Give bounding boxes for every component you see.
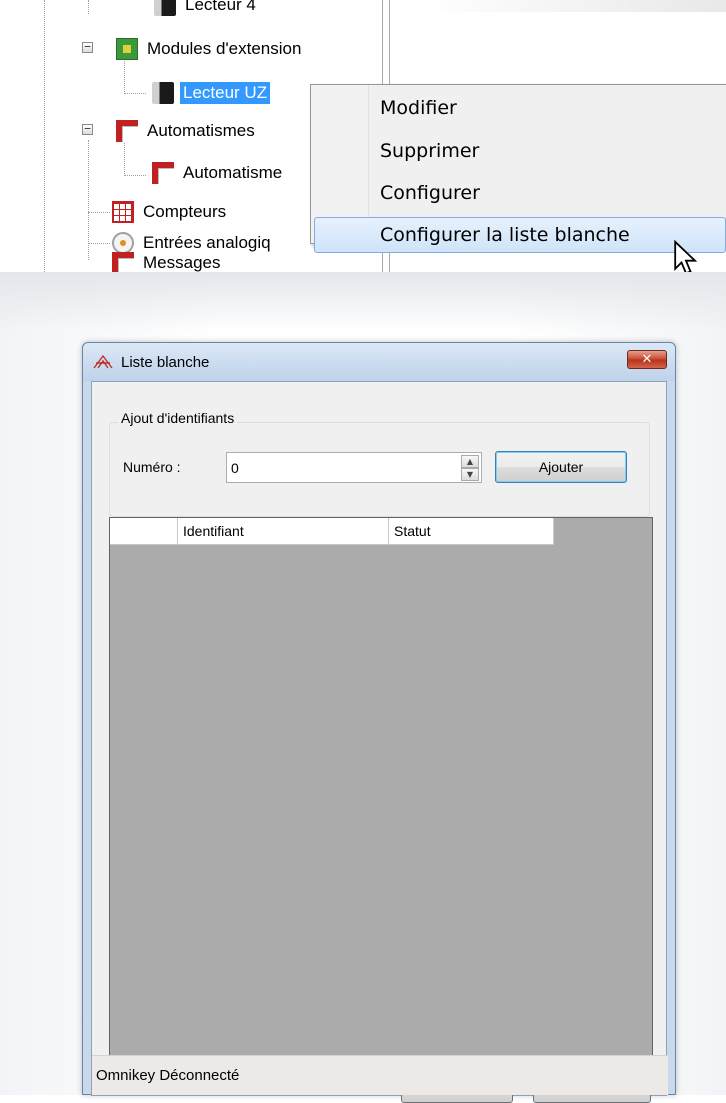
- numero-label: Numéro :: [123, 459, 181, 475]
- tree-item-label: Lecteur 4: [185, 0, 256, 14]
- context-menu: Modifier Supprimer Configurer Configurer…: [310, 84, 726, 253]
- tree-item-label: Messages: [143, 253, 221, 272]
- automation-icon: [152, 162, 174, 184]
- tree-item-messages[interactable]: Messages: [112, 250, 223, 272]
- tree-guide-line: [124, 58, 125, 94]
- reader-icon: [152, 82, 174, 104]
- numero-stepper[interactable]: ▲ ▼: [226, 452, 482, 483]
- spin-up-icon[interactable]: ▲: [461, 455, 479, 468]
- spin-down-icon[interactable]: ▼: [461, 468, 479, 481]
- counter-icon: [112, 201, 134, 223]
- tree-item-label: Lecteur UZ: [180, 82, 271, 104]
- grid-header-identifiant[interactable]: Identifiant: [178, 518, 389, 545]
- tree-item-lecteur-4[interactable]: Lecteur 4: [154, 0, 259, 18]
- tree-guide-line: [124, 140, 125, 176]
- tree-item-automatismes[interactable]: Automatismes: [116, 118, 258, 144]
- tree-guide-line: [44, 0, 45, 272]
- grid-header-statut[interactable]: Statut: [389, 518, 554, 545]
- tree-item-label: Modules d'extension: [147, 39, 302, 58]
- status-bar: Omnikey Déconnecté: [92, 1055, 668, 1095]
- grid-header-row-selector[interactable]: [110, 518, 178, 545]
- tree-guide-line: [88, 212, 110, 213]
- module-icon: [116, 38, 138, 60]
- tree-item-label: Automatismes: [147, 121, 255, 140]
- add-button[interactable]: Ajouter: [495, 451, 627, 483]
- background-strip: [420, 0, 726, 12]
- tree-guide-line: [124, 175, 146, 176]
- tree-item-modules-extension[interactable]: Modules d'extension: [116, 36, 304, 62]
- message-icon: [112, 252, 134, 272]
- tree-guide-line: [88, 243, 110, 244]
- tree-item-compteurs[interactable]: Compteurs: [112, 199, 229, 225]
- reader-icon: [154, 0, 176, 16]
- mouse-cursor-icon: [674, 240, 698, 272]
- dialog-title: Liste blanche: [121, 354, 210, 371]
- automation-icon: [116, 120, 138, 142]
- menu-item-modifier[interactable]: Modifier: [314, 90, 726, 126]
- tree-item-label: Compteurs: [143, 202, 227, 221]
- tree-item-label: Automatisme: [183, 163, 283, 182]
- collapse-icon[interactable]: −: [82, 123, 93, 135]
- identifiers-grid[interactable]: Identifiant Statut: [109, 517, 653, 1062]
- dialog-content: Ajout d'identifiants Numéro : ▲ ▼ Ajoute…: [91, 381, 668, 1103]
- menu-item-supprimer[interactable]: Supprimer: [314, 133, 726, 169]
- collapse-icon[interactable]: −: [82, 41, 93, 53]
- liste-blanche-dialog: Liste blanche ✕ Ajout d'identifiants Num…: [82, 342, 676, 1103]
- app-logo-icon: [93, 354, 113, 369]
- tree-item-automatisme[interactable]: Automatisme: [152, 160, 285, 186]
- tree-guide-line: [88, 140, 89, 260]
- tree-guide-line: [124, 93, 146, 94]
- close-button[interactable]: ✕: [627, 350, 667, 369]
- numero-input[interactable]: [229, 455, 447, 480]
- grid-header: Identifiant Statut: [110, 518, 554, 545]
- tree-panel: Lecteur 4 − Modules d'extension Lecteur …: [0, 0, 726, 272]
- menu-item-configurer[interactable]: Configurer: [314, 175, 726, 211]
- menu-item-configurer-liste-blanche[interactable]: Configurer la liste blanche: [314, 217, 726, 253]
- group-label: Ajout d'identifiants: [118, 410, 238, 426]
- title-bar[interactable]: Liste blanche ✕: [83, 343, 675, 381]
- tree-guide-line: [88, 0, 89, 14]
- tree-item-lecteur-uz[interactable]: Lecteur UZ: [152, 80, 271, 106]
